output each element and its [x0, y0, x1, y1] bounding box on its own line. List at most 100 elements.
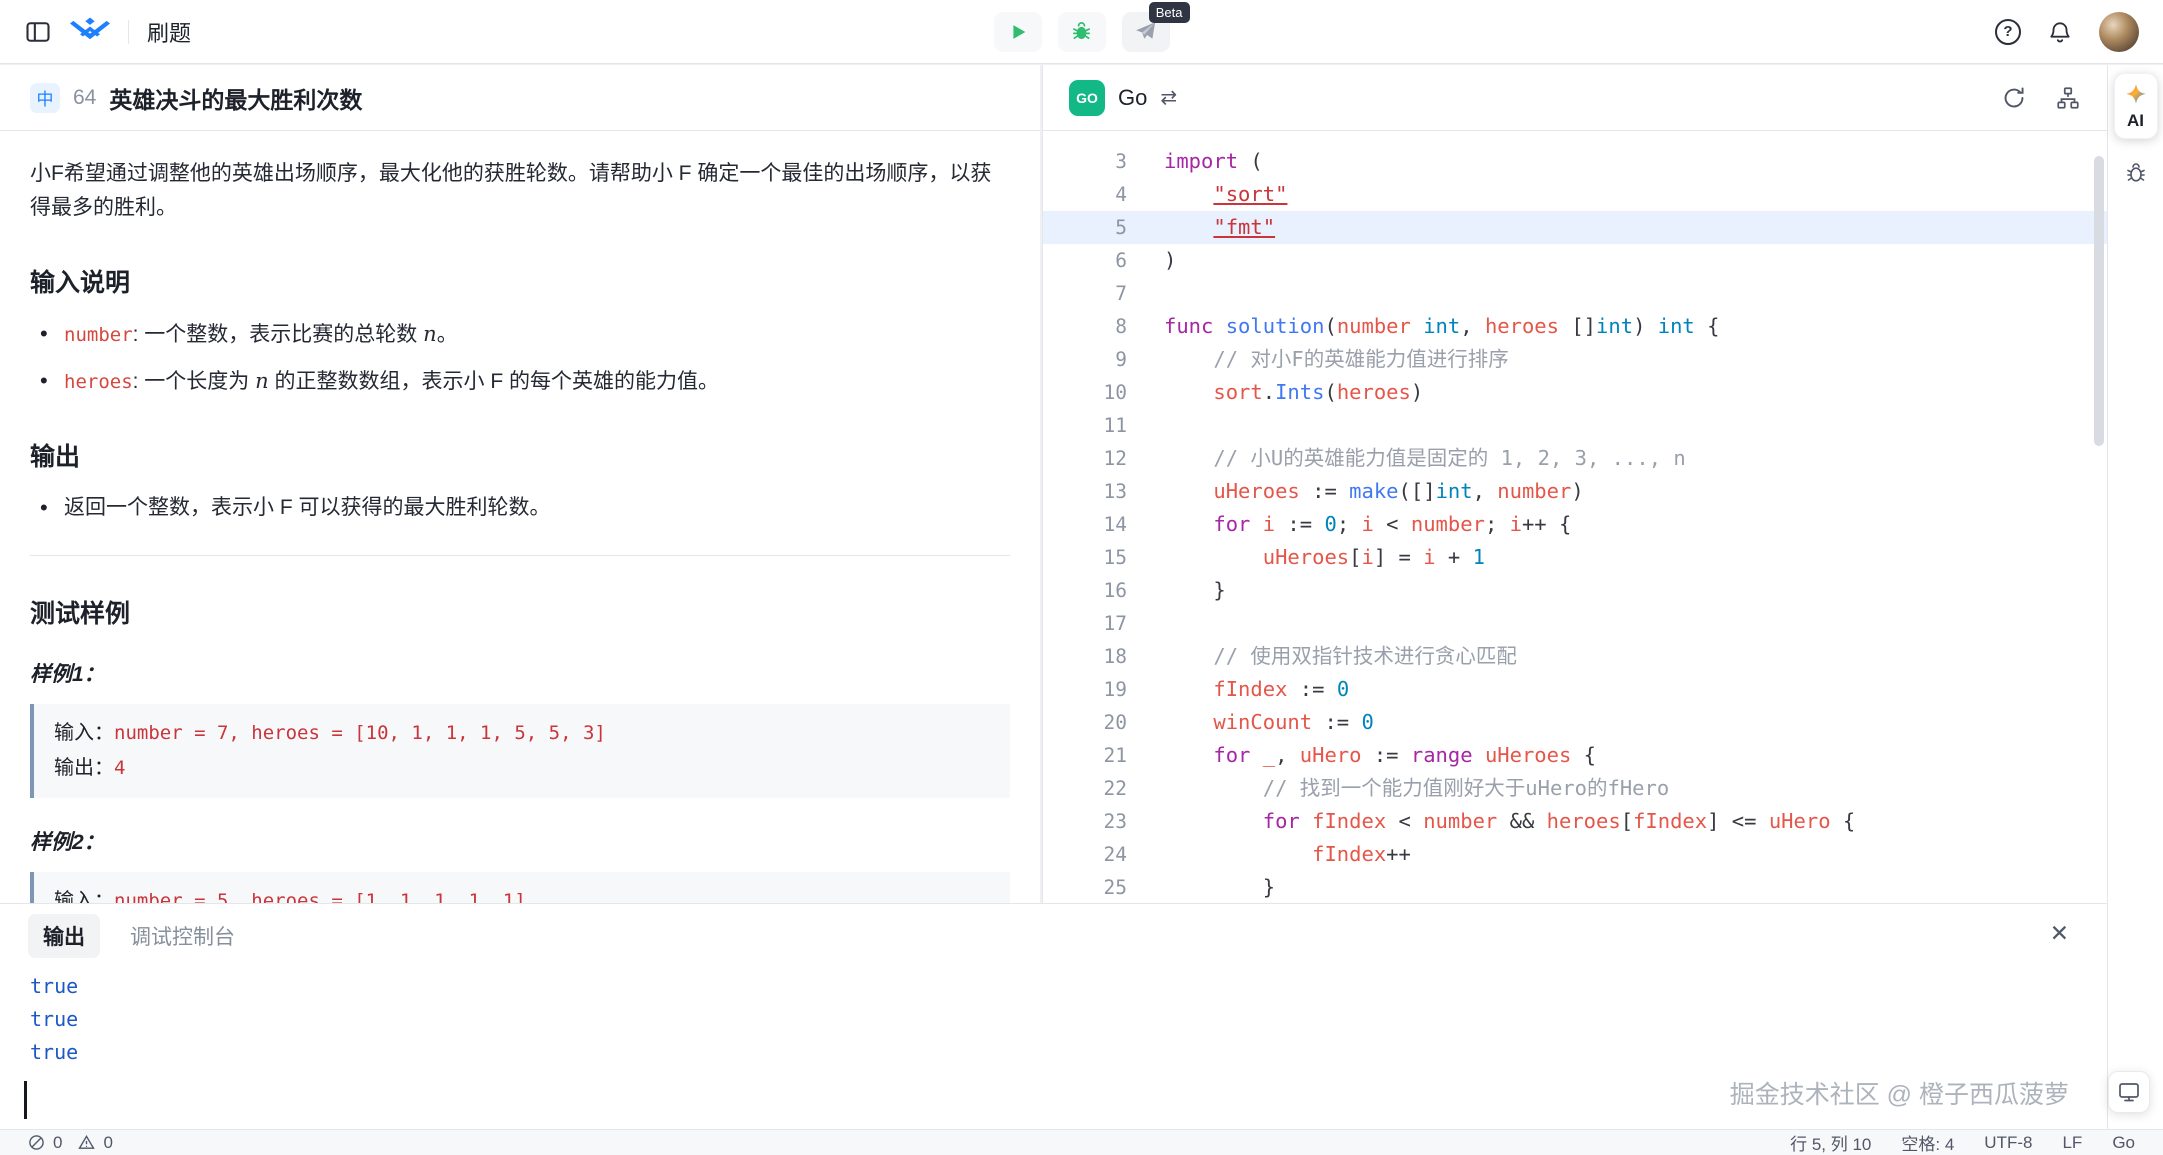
line-number[interactable]: 6 [1043, 244, 1127, 277]
sidebar-toggle-button[interactable] [24, 18, 52, 46]
line-number[interactable]: 15 [1043, 541, 1127, 574]
line-number[interactable]: 16 [1043, 574, 1127, 607]
run-button[interactable] [994, 12, 1042, 52]
line-number[interactable]: 21 [1043, 739, 1127, 772]
indent-setting[interactable]: 空格: 4 [1901, 1130, 1954, 1155]
code-text: sort.Ints(heroes) [1127, 376, 1423, 409]
code-line[interactable]: 10 sort.Ints(heroes) [1043, 376, 2107, 409]
error-count: 0 [53, 1133, 62, 1153]
code-line[interactable]: 20 winCount := 0 [1043, 706, 2107, 739]
code-line[interactable]: 15 uHeroes[i] = i + 1 [1043, 541, 2107, 574]
code-line[interactable]: 25 } [1043, 871, 2107, 902]
warning-icon [78, 1134, 95, 1151]
tab-debug-console[interactable]: 调试控制台 [128, 914, 237, 958]
eol-setting[interactable]: LF [2062, 1133, 2082, 1153]
juejin-logo[interactable] [70, 17, 110, 47]
reset-code-button[interactable] [2001, 85, 2027, 111]
line-number[interactable]: 3 [1043, 145, 1127, 178]
list-item: 返回一个整数，表示小 F 可以获得的最大胜利轮数。 [40, 491, 1010, 525]
code-line[interactable]: 22 // 找到一个能力值刚好大于uHero的fHero [1043, 772, 2107, 805]
list-item-text: 。 [437, 323, 458, 346]
line-number[interactable]: 22 [1043, 772, 1127, 805]
problem-description: 小F希望通过调整他的英雄出场顺序，最大化他的获胜轮数。请帮助小 F 确定一个最佳… [30, 157, 1010, 225]
code-line[interactable]: 14 for i := 0; i < number; i++ { [1043, 508, 2107, 541]
code-line[interactable]: 9 // 对小F的英雄能力值进行排序 [1043, 343, 2107, 376]
close-console-button[interactable]: ✕ [2050, 920, 2069, 947]
tab-output[interactable]: 输出 [28, 914, 100, 958]
editor-scrollbar-thumb[interactable] [2094, 156, 2104, 446]
switch-language-icon: ⇄ [1160, 85, 1177, 110]
sidebar-toggle-icon [24, 18, 52, 46]
debug-run-button[interactable] [1058, 12, 1106, 52]
line-number[interactable]: 19 [1043, 673, 1127, 706]
refresh-icon [2001, 85, 2027, 111]
code-line[interactable]: 17 [1043, 607, 2107, 640]
code-editor[interactable]: 3import (4 "sort"5 "fmt"6)78func solutio… [1043, 131, 2107, 902]
line-number[interactable]: 10 [1043, 376, 1127, 409]
list-item: heroes: 一个长度为 n 的正整数数组，表示小 F 的每个英雄的能力值。 [40, 364, 1010, 399]
code-line[interactable]: 7 [1043, 277, 2107, 310]
code-line[interactable]: 16 } [1043, 574, 2107, 607]
debug-panel-button[interactable] [2124, 161, 2148, 185]
code-line[interactable]: 13 uHeroes := make([]int, number) [1043, 475, 2107, 508]
line-number[interactable]: 20 [1043, 706, 1127, 739]
line-number[interactable]: 4 [1043, 178, 1127, 211]
code-line[interactable]: 18 // 使用双指针技术进行贪心匹配 [1043, 640, 2107, 673]
submit-button[interactable]: Beta [1122, 12, 1170, 52]
language-selector[interactable]: GO Go ⇄ [1069, 80, 1177, 116]
code-line[interactable]: 8func solution(number int, heroes []int)… [1043, 310, 2107, 343]
language-mode[interactable]: Go [2112, 1133, 2135, 1153]
list-item: number: 一个整数，表示比赛的总轮数 n。 [40, 317, 1010, 352]
example-output-code: 4 [114, 757, 125, 779]
screen-monitor-button[interactable] [2108, 1071, 2150, 1113]
console-caret [24, 1081, 27, 1119]
format-code-button[interactable] [2055, 85, 2081, 111]
problem-body: 小F希望通过调整他的英雄出场顺序，最大化他的获胜轮数。请帮助小 F 确定一个最佳… [0, 131, 1040, 903]
code-text [1127, 409, 1164, 442]
code-line[interactable]: 12 // 小U的英雄能力值是固定的 1, 2, 3, ..., n [1043, 442, 2107, 475]
encoding-setting[interactable]: UTF-8 [1984, 1133, 2032, 1153]
code-text [1127, 607, 1164, 640]
cursor-position[interactable]: 行 5, 列 10 [1790, 1130, 1871, 1155]
code-line[interactable]: 4 "sort" [1043, 178, 2107, 211]
topbar-left: 刷题 [24, 16, 191, 48]
code-line[interactable]: 5 "fmt" [1043, 211, 2107, 244]
avatar[interactable] [2099, 12, 2139, 52]
example-input: 输入：number = 7, heroes = [10, 1, 1, 1, 5,… [54, 716, 990, 751]
io-label: 输入： [54, 890, 114, 903]
code-text: func solution(number int, heroes []int) … [1127, 310, 1719, 343]
line-number[interactable]: 11 [1043, 409, 1127, 442]
input-heading: 输入说明 [30, 263, 1010, 299]
line-number[interactable]: 13 [1043, 475, 1127, 508]
console-line: true [30, 1003, 2077, 1036]
math-var: n [423, 322, 437, 346]
line-number[interactable]: 24 [1043, 838, 1127, 871]
line-number[interactable]: 18 [1043, 640, 1127, 673]
problem-panel: 中 64 英雄决斗的最大胜利次数 小F希望通过调整他的英雄出场顺序，最大化他的获… [0, 65, 1040, 903]
code-line[interactable]: 24 fIndex++ [1043, 838, 2107, 871]
inline-code: number [64, 324, 133, 346]
editor-panel: GO Go ⇄ [1042, 65, 2107, 903]
line-number[interactable]: 25 [1043, 871, 1127, 902]
code-line[interactable]: 11 [1043, 409, 2107, 442]
code-line[interactable]: 23 for fIndex < number && heroes[fIndex]… [1043, 805, 2107, 838]
line-number[interactable]: 23 [1043, 805, 1127, 838]
line-number[interactable]: 12 [1043, 442, 1127, 475]
code-line[interactable]: 19 fIndex := 0 [1043, 673, 2107, 706]
code-line[interactable]: 3import ( [1043, 145, 2107, 178]
line-number[interactable]: 17 [1043, 607, 1127, 640]
help-button[interactable]: ? [1995, 19, 2021, 45]
status-right: 行 5, 列 10 空格: 4 UTF-8 LF Go [1790, 1130, 2135, 1155]
line-number[interactable]: 14 [1043, 508, 1127, 541]
line-number[interactable]: 9 [1043, 343, 1127, 376]
problem-id: 64 [73, 86, 96, 110]
line-number[interactable]: 7 [1043, 277, 1127, 310]
sample-label: 样例2： [30, 826, 1010, 856]
problems-summary[interactable]: 0 0 [28, 1133, 121, 1153]
line-number[interactable]: 8 [1043, 310, 1127, 343]
ai-assistant-button[interactable]: AI [2114, 73, 2158, 139]
code-line[interactable]: 21 for _, uHero := range uHeroes { [1043, 739, 2107, 772]
line-number[interactable]: 5 [1043, 211, 1127, 244]
notifications-button[interactable] [2047, 19, 2073, 45]
code-line[interactable]: 6) [1043, 244, 2107, 277]
